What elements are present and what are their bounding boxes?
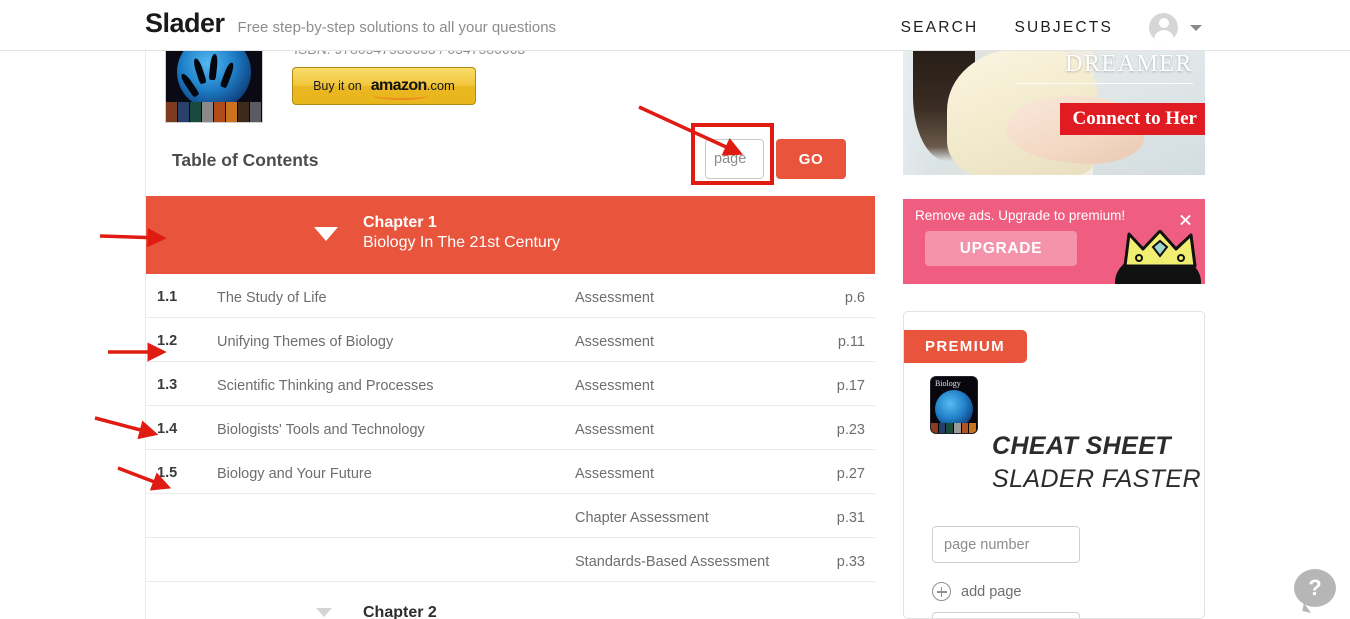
section-title[interactable]: Scientific Thinking and Processes xyxy=(217,378,434,394)
annotation-arrow-section-1-4 xyxy=(94,416,159,440)
section-number: 1.5 xyxy=(157,465,178,481)
logo-tagline: Free step-by-step solutions to all your … xyxy=(237,19,557,36)
chapter-header-2[interactable]: Chapter 2 xyxy=(146,597,875,619)
site-header: Slader Free step-by-step solutions to al… xyxy=(0,0,1350,51)
assessment-link[interactable]: Assessment xyxy=(575,334,654,350)
page-title: Table of Contents xyxy=(172,150,319,170)
section-number: 1.2 xyxy=(157,333,178,349)
page-ref: p.33 xyxy=(836,554,865,570)
help-question-bubble-icon[interactable]: ? xyxy=(1294,569,1336,613)
cheat-sheet-line-2: SLADER FASTER xyxy=(992,465,1201,493)
page-ref: p.31 xyxy=(836,510,865,526)
section-title[interactable]: Unifying Themes of Biology xyxy=(217,334,393,350)
table-row[interactable]: 1.4 Biologists' Tools and Technology Ass… xyxy=(146,406,875,450)
ad-title: DREAMER xyxy=(1065,51,1193,77)
crown-icon xyxy=(1105,220,1201,284)
page-ref: p.27 xyxy=(836,466,865,482)
assessment-link[interactable]: Assessment xyxy=(575,466,654,482)
book-cover-image[interactable] xyxy=(165,45,263,123)
assessment-link[interactable]: Assessment xyxy=(575,422,654,438)
chapter-title: Biology In The 21st Century xyxy=(363,234,561,251)
buy-on-amazon-button[interactable]: Buy it on amazon.com xyxy=(292,67,476,105)
page-ref: p.23 xyxy=(836,422,865,438)
premium-cheat-sheet-card: PREMIUM Biology CHEAT SHEET SLADER FASTE… xyxy=(903,311,1205,619)
thumbnail-title: Biology xyxy=(935,379,961,388)
status-badge: PREMIUM xyxy=(904,330,1027,363)
page-ref: p.11 xyxy=(837,334,865,350)
assessment-link[interactable]: Standards-Based Assessment xyxy=(575,554,769,570)
brand-logo[interactable]: Slader Free step-by-step solutions to al… xyxy=(145,8,556,39)
plus-circle-icon xyxy=(932,582,951,601)
section-number: 1.1 xyxy=(157,289,178,305)
page-ref: p.6 xyxy=(844,290,865,306)
header-nav: SEARCH SUBJECTS xyxy=(901,13,1202,42)
book-thumbnail[interactable]: Biology xyxy=(930,376,978,434)
table-row[interactable]: 1.2 Unifying Themes of Biology Assessmen… xyxy=(146,318,875,362)
ad-divider xyxy=(1015,83,1193,84)
add-page-label: add page xyxy=(961,583,1022,600)
ad-premium-banner[interactable]: Remove ads. Upgrade to premium! UPGRADE xyxy=(903,199,1205,284)
crown-glyph xyxy=(1123,230,1197,268)
cheat-sheet-line-1: CHEAT SHEET xyxy=(992,432,1171,460)
table-row[interactable]: 1.1 The Study of Life Assessment p.6 xyxy=(146,274,875,318)
page-number-input[interactable] xyxy=(932,526,1080,563)
amazon-buy-label: Buy it on xyxy=(313,79,362,93)
close-icon[interactable] xyxy=(1179,213,1192,226)
table-row[interactable]: Chapter Assessment p.31 xyxy=(146,494,875,538)
annotation-highlight-rect xyxy=(691,123,774,185)
logo-text: Slader xyxy=(145,8,225,38)
assessment-link[interactable]: Chapter Assessment xyxy=(575,510,709,526)
page-ref: p.17 xyxy=(836,378,865,394)
table-row[interactable]: 1.5 Biology and Your Future Assessment p… xyxy=(146,450,875,494)
toc-row-list: 1.1 The Study of Life Assessment p.6 1.2… xyxy=(146,274,875,582)
upgrade-button[interactable]: UPGRADE xyxy=(925,231,1077,266)
user-avatar-icon[interactable] xyxy=(1149,13,1178,42)
nav-search[interactable]: SEARCH xyxy=(901,19,979,37)
ad-dreamer-banner[interactable]: DREAMER Connect to Her xyxy=(903,43,1205,175)
thumbnail-strip xyxy=(931,423,977,433)
help-glyph: ? xyxy=(1308,575,1322,600)
nav-subjects[interactable]: SUBJECTS xyxy=(1014,19,1113,37)
section-title[interactable]: Biologists' Tools and Technology xyxy=(217,422,425,438)
chapter-label: Chapter 2 xyxy=(363,604,437,619)
premium-ad-text: Remove ads. Upgrade to premium! xyxy=(915,208,1126,223)
table-row[interactable]: Standards-Based Assessment p.33 xyxy=(146,538,875,582)
section-title[interactable]: Biology and Your Future xyxy=(217,466,372,482)
go-button[interactable]: GO xyxy=(776,139,846,179)
amazon-smile-icon xyxy=(372,91,429,100)
section-number: 1.4 xyxy=(157,421,178,437)
page-root: Slader Free step-by-step solutions to al… xyxy=(0,0,1350,619)
chevron-down-icon[interactable] xyxy=(1190,24,1202,31)
caret-down-icon[interactable] xyxy=(316,608,332,617)
amazon-logo: amazon.com xyxy=(371,77,455,100)
chapter-label: Chapter 1 xyxy=(363,214,437,231)
chapter-header-1[interactable]: Chapter 1 Biology In The 21st Century xyxy=(146,196,875,274)
amazon-tld: .com xyxy=(426,78,455,93)
cover-photo-strip xyxy=(166,102,262,122)
assessment-link[interactable]: Assessment xyxy=(575,290,654,306)
section-number: 1.3 xyxy=(157,377,178,393)
add-page-button[interactable]: add page xyxy=(932,582,1021,601)
table-row[interactable]: 1.3 Scientific Thinking and Processes As… xyxy=(146,362,875,406)
ad-cta-button[interactable]: Connect to Her xyxy=(1060,103,1205,135)
caret-down-icon[interactable] xyxy=(314,227,338,241)
section-title[interactable]: The Study of Life xyxy=(217,290,327,306)
assessment-link[interactable]: Assessment xyxy=(575,378,654,394)
secondary-page-input[interactable] xyxy=(932,612,1080,618)
